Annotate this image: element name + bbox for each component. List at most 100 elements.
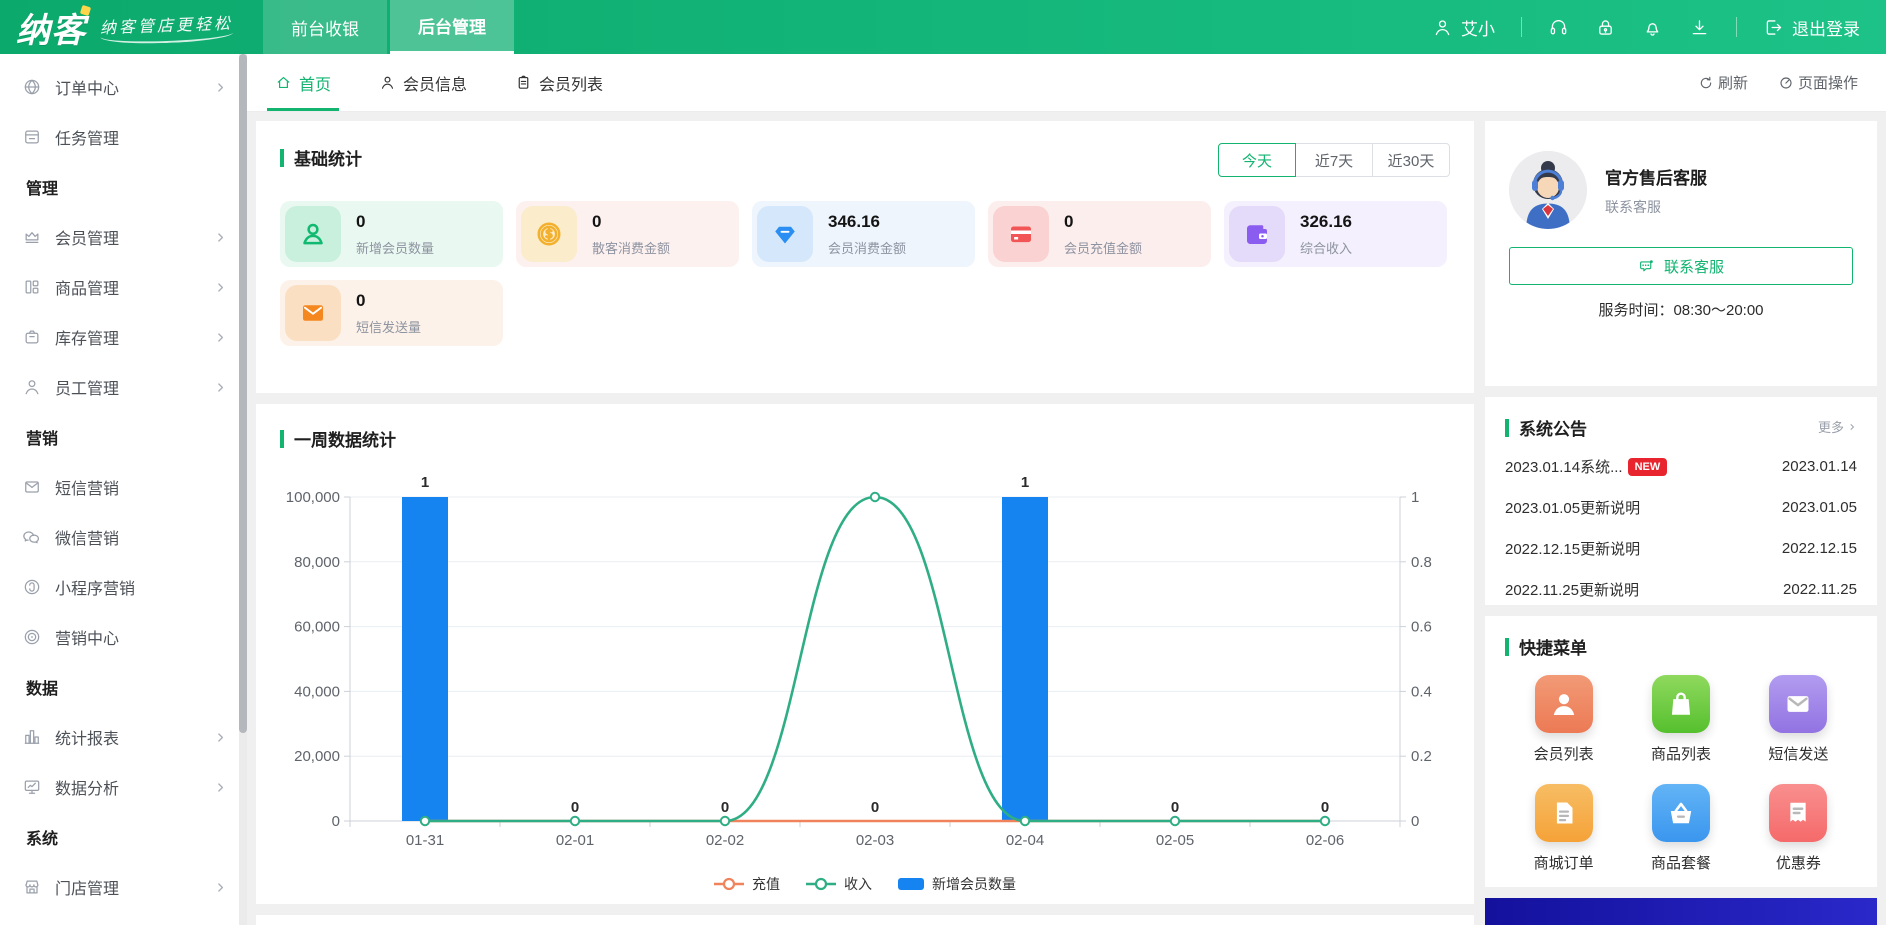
analysis-icon	[22, 777, 42, 797]
sidebar-item-员工管理[interactable]: 员工管理	[0, 362, 247, 412]
svg-text:0.4: 0.4	[1411, 683, 1432, 700]
logout-button[interactable]: 退出登录	[1763, 15, 1860, 40]
legend-item-充值[interactable]: 充值	[714, 874, 780, 894]
goods-bag-icon	[1664, 687, 1698, 721]
svg-text:100,000: 100,000	[286, 489, 340, 506]
range-button-近30天[interactable]: 近30天	[1372, 143, 1450, 177]
announcement-row[interactable]: 2022.11.25更新说明2022.11.25	[1505, 569, 1857, 610]
stat-value: 0	[592, 212, 670, 232]
bell-icon[interactable]	[1642, 17, 1663, 38]
list-icon	[515, 74, 532, 91]
tab-会员信息[interactable]: 会员信息	[379, 54, 467, 111]
stat-card-会员消费金额: 346.16会员消费金额	[752, 201, 975, 267]
sidebar-scrollbar-thumb[interactable]	[239, 54, 247, 733]
member-list-icon	[1547, 687, 1581, 721]
contact-service-button[interactable]: 联系客服	[1509, 247, 1853, 285]
sidebar-item-营销中心[interactable]: 营销中心	[0, 612, 247, 662]
sidebar-item-label: 商品管理	[55, 275, 119, 299]
refresh-icon	[1698, 75, 1714, 91]
range-button-今天[interactable]: 今天	[1218, 143, 1296, 177]
header-tab-后台管理[interactable]: 后台管理	[390, 0, 514, 54]
legend-item-新增会员数量[interactable]: 新增会员数量	[898, 874, 1016, 894]
announcement-date: 2022.11.25	[1783, 581, 1857, 598]
sidebar-item-库存管理[interactable]: 库存管理	[0, 312, 247, 362]
svg-text:0.6: 0.6	[1411, 619, 1432, 636]
quick-menu-label: 会员列表	[1534, 743, 1594, 764]
sidebar-item-短信营销[interactable]: 短信营销	[0, 462, 247, 512]
svg-text:60,000: 60,000	[294, 619, 340, 636]
logo-accent	[80, 4, 91, 15]
quick-menu-商城订单[interactable]: 商城订单	[1534, 784, 1594, 873]
svg-text:0.2: 0.2	[1411, 748, 1432, 765]
quick-menu-label: 商品套餐	[1651, 852, 1711, 873]
inventory-icon	[22, 327, 42, 347]
coupon-icon	[1769, 784, 1827, 842]
quick-menu-label: 商品列表	[1651, 743, 1711, 764]
member-list-icon	[1535, 675, 1593, 733]
announcement-title: 2022.12.15更新说明	[1505, 538, 1640, 559]
sidebar-item-小程序营销[interactable]: 小程序营销	[0, 562, 247, 612]
action-刷新[interactable]: 刷新	[1698, 72, 1748, 93]
quick-menu-优惠券[interactable]: 优惠券	[1769, 784, 1827, 873]
header-tab-前台收银[interactable]: 前台收银	[263, 0, 387, 54]
stat-value: 0	[356, 291, 421, 311]
member-add-icon	[285, 206, 341, 262]
task-icon	[22, 127, 42, 147]
action-页面操作[interactable]: 页面操作	[1778, 72, 1858, 93]
legend-line-swatch	[714, 877, 744, 891]
range-button-近7天[interactable]: 近7天	[1295, 143, 1373, 177]
service-agent-name: 官方售后客服	[1605, 164, 1707, 189]
sidebar-item-统计报表[interactable]: 统计报表	[0, 712, 247, 762]
sidebar-section-系统: 系统	[0, 812, 247, 862]
order-doc-icon	[1535, 784, 1593, 842]
tab-首页[interactable]: 首页	[275, 54, 331, 111]
quick-menu-短信发送[interactable]: 短信发送	[1768, 675, 1828, 764]
new-badge: NEW	[1628, 458, 1668, 476]
quick-menu-label: 优惠券	[1776, 852, 1821, 873]
sidebar-item-微信营销[interactable]: 微信营销	[0, 512, 247, 562]
current-user[interactable]: 艾小	[1432, 15, 1495, 40]
sidebar-scrollbar[interactable]	[239, 54, 247, 925]
download-icon[interactable]	[1689, 17, 1710, 38]
basic-stats-panel: 基础统计 今天近7天近30天 0新增会员数量0散客消费金额346.16会员消费金…	[256, 121, 1474, 393]
bankcard-icon	[1006, 219, 1036, 249]
report-icon	[22, 727, 42, 747]
header-nav-tabs: 前台收银后台管理	[263, 0, 517, 54]
announcement-row[interactable]: 2022.12.15更新说明2022.12.15	[1505, 528, 1857, 569]
staff-icon	[22, 377, 42, 397]
announcements-title: 系统公告	[1505, 415, 1587, 440]
announcement-row[interactable]: 2023.01.05更新说明2023.01.05	[1505, 487, 1857, 528]
headset-icon[interactable]	[1548, 17, 1569, 38]
stat-label: 综合收入	[1300, 238, 1352, 257]
announcements-more-link[interactable]: 更多	[1818, 417, 1857, 436]
svg-text:80,000: 80,000	[294, 554, 340, 571]
tab-bar-actions: 刷新 页面操作	[1698, 54, 1858, 111]
legend-item-收入[interactable]: 收入	[806, 874, 872, 894]
goods-icon	[22, 277, 42, 297]
announcement-row[interactable]: 2023.01.14系统...NEW2023.01.14	[1505, 446, 1857, 487]
sidebar-item-会员管理[interactable]: 会员管理	[0, 212, 247, 262]
sidebar-item-订单中心[interactable]: 订单中心	[0, 62, 247, 112]
sidebar-section-营销: 营销	[0, 412, 247, 462]
header-right: 艾小 退出登录	[1432, 0, 1886, 54]
sidebar-item-label: 营销中心	[55, 625, 119, 649]
svg-text:0: 0	[1321, 799, 1329, 816]
sidebar-item-任务管理[interactable]: 任务管理	[0, 112, 247, 162]
sidebar-item-数据分析[interactable]: 数据分析	[0, 762, 247, 812]
sidebar-item-门店管理[interactable]: 门店管理	[0, 862, 247, 912]
stat-card-综合收入: 326.16综合收入	[1224, 201, 1447, 267]
tab-会员列表[interactable]: 会员列表	[515, 54, 603, 111]
lock-icon[interactable]	[1595, 17, 1616, 38]
chevron-right-icon	[214, 231, 227, 244]
goods-bag-icon	[1652, 675, 1710, 733]
legend-bar-swatch	[898, 877, 924, 891]
quick-menu-商品列表[interactable]: 商品列表	[1651, 675, 1711, 764]
week-stats-title: 一周数据统计	[280, 426, 396, 451]
coin-icon	[521, 206, 577, 262]
sidebar-item-商品管理[interactable]: 商品管理	[0, 262, 247, 312]
announcement-title: 2023.01.05更新说明	[1505, 497, 1640, 518]
quick-menu-会员列表[interactable]: 会员列表	[1534, 675, 1594, 764]
stat-label: 会员充值金额	[1064, 238, 1142, 257]
sidebar-item-系统设置[interactable]: 系统设置	[0, 912, 247, 925]
quick-menu-商品套餐[interactable]: 商品套餐	[1651, 784, 1711, 873]
